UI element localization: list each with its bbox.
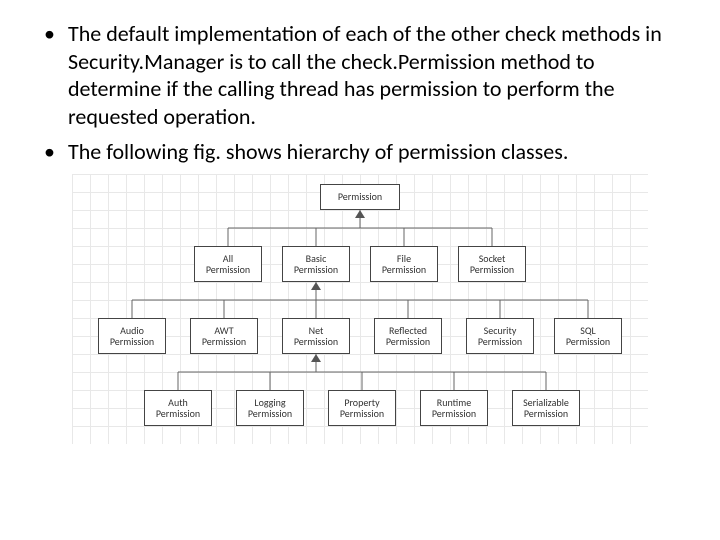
node-property-permission: Property Permission bbox=[328, 390, 396, 426]
inherit-arrow-icon bbox=[311, 354, 321, 362]
node-label: Permission bbox=[294, 264, 338, 275]
node-label: SQL bbox=[580, 325, 596, 336]
node-serializable-permission: Serializable Permission bbox=[512, 390, 580, 426]
bullet-item: • The following fig. shows hierarchy of … bbox=[40, 138, 680, 166]
inherit-arrow-icon bbox=[355, 210, 365, 218]
node-file-permission: File Permission bbox=[370, 246, 438, 282]
node-sql-permission: SQL Permission bbox=[554, 318, 622, 354]
bullet-list: • The default implementation of each of … bbox=[40, 20, 680, 166]
node-auth-permission: Auth Permission bbox=[144, 390, 212, 426]
inherit-arrow-icon bbox=[311, 282, 321, 290]
node-label: Permission bbox=[478, 336, 522, 347]
diagram-container: Permission All Permission Basic Permissi… bbox=[72, 174, 648, 444]
node-label: Auth bbox=[168, 397, 188, 408]
node-label: Runtime bbox=[437, 397, 471, 408]
node-label: Permission bbox=[338, 191, 382, 202]
bullet-text: The default implementation of each of th… bbox=[68, 20, 680, 130]
node-label: File bbox=[397, 253, 411, 264]
node-label: AWT bbox=[214, 325, 233, 336]
node-label: Net bbox=[309, 325, 324, 336]
node-label: Permission bbox=[156, 408, 200, 419]
node-permission: Permission bbox=[320, 184, 400, 210]
node-reflected-permission: Reflected Permission bbox=[374, 318, 442, 354]
node-logging-permission: Logging Permission bbox=[236, 390, 304, 426]
node-label: Permission bbox=[382, 264, 426, 275]
bullet-marker: • bbox=[40, 20, 68, 130]
node-label: Property bbox=[344, 397, 379, 408]
node-label: Permission bbox=[340, 408, 384, 419]
node-label: Audio bbox=[120, 325, 144, 336]
node-label: Permission bbox=[110, 336, 154, 347]
node-net-permission: Net Permission bbox=[282, 318, 350, 354]
node-all-permission: All Permission bbox=[194, 246, 262, 282]
node-label: Permission bbox=[470, 264, 514, 275]
bullet-text: The following fig. shows hierarchy of pe… bbox=[68, 138, 568, 166]
node-label: Permission bbox=[566, 336, 610, 347]
node-label: Socket bbox=[479, 253, 506, 264]
hierarchy-diagram: Permission All Permission Basic Permissi… bbox=[72, 174, 648, 444]
bullet-marker: • bbox=[40, 138, 68, 166]
node-label: Permission bbox=[294, 336, 338, 347]
node-label: Serializable bbox=[523, 397, 569, 408]
node-label: Reflected bbox=[389, 325, 427, 336]
node-label: Permission bbox=[206, 264, 250, 275]
node-label: Permission bbox=[432, 408, 476, 419]
bullet-item: • The default implementation of each of … bbox=[40, 20, 680, 130]
node-label: Basic bbox=[306, 253, 327, 264]
node-runtime-permission: Runtime Permission bbox=[420, 390, 488, 426]
node-label: All bbox=[223, 253, 233, 264]
node-socket-permission: Socket Permission bbox=[458, 246, 526, 282]
node-security-permission: Security Permission bbox=[466, 318, 534, 354]
node-label: Permission bbox=[202, 336, 246, 347]
node-label: Permission bbox=[248, 408, 292, 419]
node-label: Logging bbox=[254, 397, 285, 408]
node-audio-permission: Audio Permission bbox=[98, 318, 166, 354]
node-label: Permission bbox=[386, 336, 430, 347]
node-awt-permission: AWT Permission bbox=[190, 318, 258, 354]
node-basic-permission: Basic Permission bbox=[282, 246, 350, 282]
node-label: Security bbox=[484, 325, 517, 336]
node-label: Permission bbox=[524, 408, 568, 419]
